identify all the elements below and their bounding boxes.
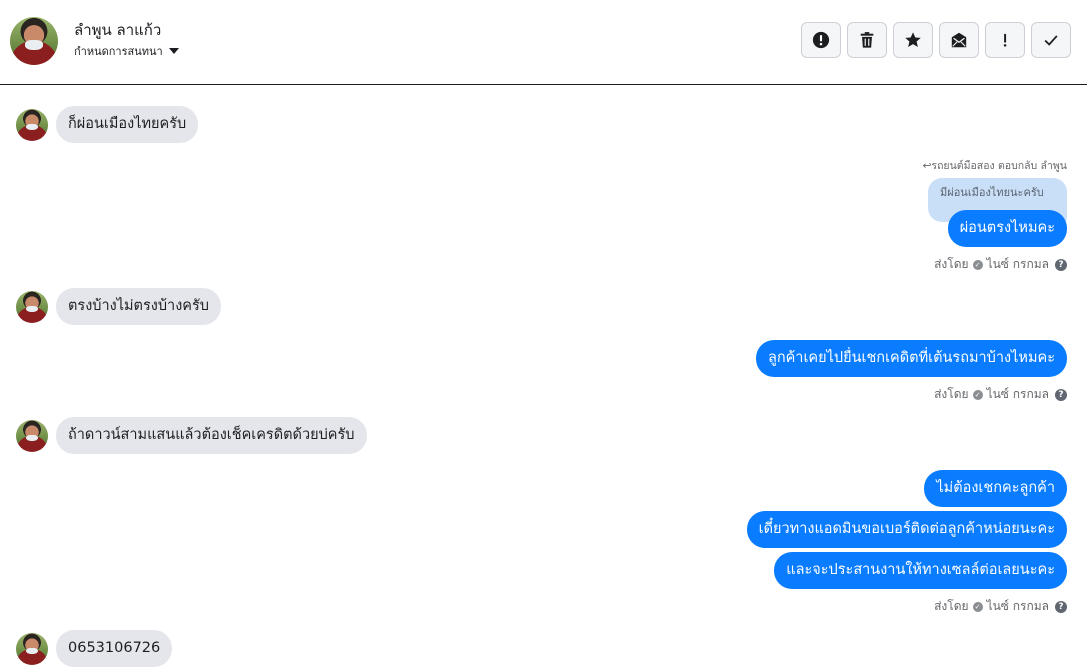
sender-avatar[interactable] — [16, 632, 48, 665]
help-icon[interactable]: ? — [1055, 388, 1067, 401]
outgoing-message[interactable]: เดี๋ยวทางแอดมินขอเบอร์ติดต่อลูกค้าหน่อยน… — [746, 511, 1067, 548]
contact-avatar[interactable] — [10, 17, 58, 65]
sender-avatar[interactable] — [16, 108, 48, 141]
sent-by-text: ส่งโดย — [934, 599, 969, 613]
incoming-message-row: 0653106726 — [16, 630, 173, 667]
reply-label: ↩รถยนต์มือสอง ตอบกลับ ลำพูน — [922, 160, 1067, 172]
manage-conversation-dropdown[interactable]: กำหนดการสนทนา — [74, 42, 179, 60]
verified-icon: ✓ — [972, 601, 983, 612]
incoming-message[interactable]: 0653106726 — [56, 630, 173, 667]
help-icon[interactable]: ? — [1055, 258, 1067, 271]
outgoing-message[interactable]: ผ่อนตรงไหมคะ — [947, 210, 1067, 247]
caret-down-icon — [168, 48, 179, 54]
sender-name: ไนซ์ กรกมล — [986, 387, 1049, 401]
sender-name: ไนซ์ กรกมล — [986, 599, 1049, 613]
incoming-message[interactable]: ก็ผ่อนเมืองไทยครับ — [56, 106, 199, 143]
sender-name: ไนซ์ กรกมล — [986, 257, 1049, 271]
star-icon — [905, 32, 921, 48]
outgoing-message[interactable]: ไม่ต้องเชกคะลูกค้า — [924, 470, 1067, 507]
sent-by-label: ส่งโดย ✓ ไนซ์ กรกมล ? — [934, 597, 1067, 616]
sent-by-text: ส่งโดย — [934, 387, 969, 401]
sender-avatar[interactable] — [16, 419, 48, 452]
sender-avatar[interactable] — [16, 290, 48, 323]
conversation-header: ลำพูน ลาแก้ว กำหนดการสนทนา — [0, 0, 1087, 85]
help-icon[interactable]: ? — [1055, 600, 1067, 613]
manage-conversation-label: กำหนดการสนทนา — [74, 45, 163, 58]
exclamation-circle-icon — [812, 31, 830, 49]
conversation-toolbar — [801, 22, 1071, 58]
verified-icon: ✓ — [972, 259, 983, 270]
exclamation-icon — [1003, 33, 1007, 47]
outgoing-message[interactable]: ลูกค้าเคยไปยื่นเชกเคดิตที่เต้นรถมาบ้างไห… — [755, 340, 1067, 377]
delete-button[interactable] — [847, 22, 887, 58]
star-button[interactable] — [893, 22, 933, 58]
incoming-message-row: ตรงบ้างไม่ตรงบ้างครับ — [16, 288, 221, 325]
outgoing-message[interactable]: และจะประสานงานให้ทางเซลล์ต่อเลยนะคะ — [774, 552, 1067, 589]
sent-by-text: ส่งโดย — [934, 257, 969, 271]
important-button[interactable] — [985, 22, 1025, 58]
sent-by-label: ส่งโดย ✓ ไนซ์ กรกมล ? — [934, 385, 1067, 404]
mark-unread-button[interactable] — [939, 22, 979, 58]
incoming-message[interactable]: ตรงบ้างไม่ตรงบ้างครับ — [56, 288, 221, 325]
incoming-message[interactable]: ถ้าดาวน์สามแสนแล้วต้องเช็คเครดิตด้วยบ่คร… — [56, 417, 367, 454]
done-button[interactable] — [1031, 22, 1071, 58]
trash-icon — [860, 32, 874, 48]
contact-name[interactable]: ลำพูน ลาแก้ว — [74, 18, 161, 42]
envelope-icon — [951, 32, 967, 48]
incoming-message-row: ถ้าดาวน์สามแสนแล้วต้องเช็คเครดิตด้วยบ่คร… — [16, 417, 367, 454]
incoming-message-row: ก็ผ่อนเมืองไทยครับ — [16, 106, 199, 143]
checkmark-icon — [1044, 35, 1058, 46]
sent-by-label: ส่งโดย ✓ ไนซ์ กรกมล ? — [934, 255, 1067, 274]
verified-icon: ✓ — [972, 389, 983, 400]
message-thread: ก็ผ่อนเมืองไทยครับ ↩รถยนต์มือสอง ตอบกลับ… — [0, 86, 1087, 668]
report-button[interactable] — [801, 22, 841, 58]
